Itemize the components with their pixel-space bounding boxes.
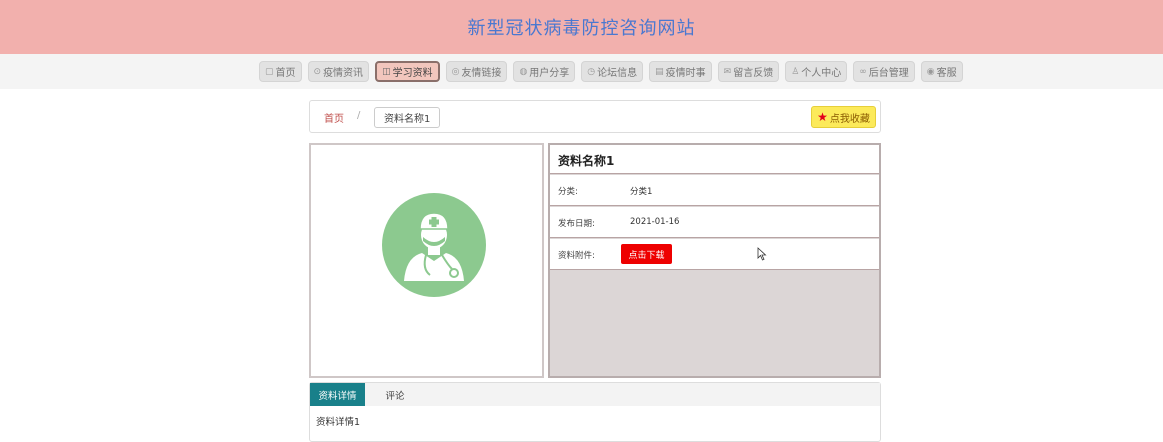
favorite-button[interactable]: ★ 点我收藏 [811,106,876,128]
material-info-panel: 资料名称1 分类: 分类1 发布日期: 2021-01-16 资料附件: 点击下… [548,143,881,378]
nav-item-7[interactable]: ✉ 留言反馈 [717,61,780,82]
admin-link-icon: ∞ [859,66,867,77]
nav-item-9[interactable]: ∞ 后台管理 [853,61,915,82]
nav-item-label: 学习资料 [392,68,433,79]
support-icon: ◉ [926,66,935,77]
material-image-panel [309,143,544,378]
share-icon: ◍ [519,66,528,77]
book-icon: ◫ [382,66,391,77]
news-icon: ▤ [655,66,664,77]
category-row: 分类: 分类1 [550,175,879,206]
attachment-row: 资料附件: 点击下载 [550,239,879,270]
site-header: 新型冠状病毒防控咨询网站 [0,0,1163,54]
material-title: 资料名称1 [558,154,615,168]
tabs-panel: 资料详情 评论 资料详情1 [309,382,881,442]
nav-item-label: 疫情资讯 [323,68,364,79]
home-icon: ▢ [265,66,274,77]
info-circle-icon: ⊙ [313,66,322,77]
nav-item-label: 留言反馈 [733,68,774,79]
nav-item-0[interactable]: ▢ 首页 [259,61,302,82]
nav-item-4[interactable]: ◍ 用户分享 [513,61,576,82]
date-value: 2021-01-16 [630,217,680,227]
tab-details[interactable]: 资料详情 [310,383,365,406]
star-icon: ★ [817,110,828,124]
attachment-label: 资料附件: [558,251,595,261]
nav-item-label: 论坛信息 [597,68,638,79]
nav-item-label: 后台管理 [868,68,909,79]
nav-item-label: 疫情时事 [665,68,706,79]
nav-item-2[interactable]: ◫ 学习资料 [375,61,440,82]
nav-item-label: 用户分享 [529,68,570,79]
nav-item-5[interactable]: ◷ 论坛信息 [581,61,644,82]
feedback-icon: ✉ [723,66,732,77]
tab-comments[interactable]: 评论 [370,383,420,406]
nav-item-label: 首页 [275,68,296,79]
download-button[interactable]: 点击下载 [621,244,672,264]
nav-item-8[interactable]: ♙ 个人中心 [785,61,848,82]
nav-item-10[interactable]: ◉ 客服 [920,61,963,82]
breadcrumb-current: 资料名称1 [374,107,441,128]
nav-item-1[interactable]: ⊙ 疫情资讯 [307,61,370,82]
nav-item-label: 客服 [936,68,957,79]
site-title: 新型冠状病毒防控咨询网站 [467,18,696,39]
nav-item-3[interactable]: ◎ 友情链接 [445,61,508,82]
tab-strip: 资料详情 评论 [310,383,880,406]
nav-item-label: 个人中心 [801,68,842,79]
main-nav: ▢ 首页 ⊙ 疫情资讯 ◫ 学习资料 ◎ 友情链接 ◍ 用户分享 ◷ 论坛信息 ▤ 疫情时事 ✉ 留言反馈 ♙ 个… [0,54,1163,89]
category-label: 分类: [558,187,578,197]
breadcrumb-home-link[interactable]: 首页 [324,110,344,125]
nav-item-label: 友情链接 [461,68,502,79]
breadcrumb: 首页 / 资料名称1 ★ 点我收藏 [309,100,881,133]
doctor-avatar-icon [382,193,486,297]
clock-icon: ◷ [587,66,596,77]
date-row: 发布日期: 2021-01-16 [550,207,879,238]
favorite-label: 点我收藏 [829,113,870,125]
info-title-row: 资料名称1 [550,145,879,174]
date-label: 发布日期: [558,219,595,229]
link-icon: ◎ [451,66,460,77]
breadcrumb-separator: / [357,110,361,121]
nav-item-6[interactable]: ▤ 疫情时事 [649,61,712,82]
user-icon: ♙ [791,66,800,77]
mouse-cursor-icon [757,247,767,261]
nav-items: ▢ 首页 ⊙ 疫情资讯 ◫ 学习资料 ◎ 友情链接 ◍ 用户分享 ◷ 论坛信息 ▤ 疫情时事 ✉ 留言反馈 ♙ 个… [259,61,963,82]
category-value: 分类1 [630,187,653,197]
